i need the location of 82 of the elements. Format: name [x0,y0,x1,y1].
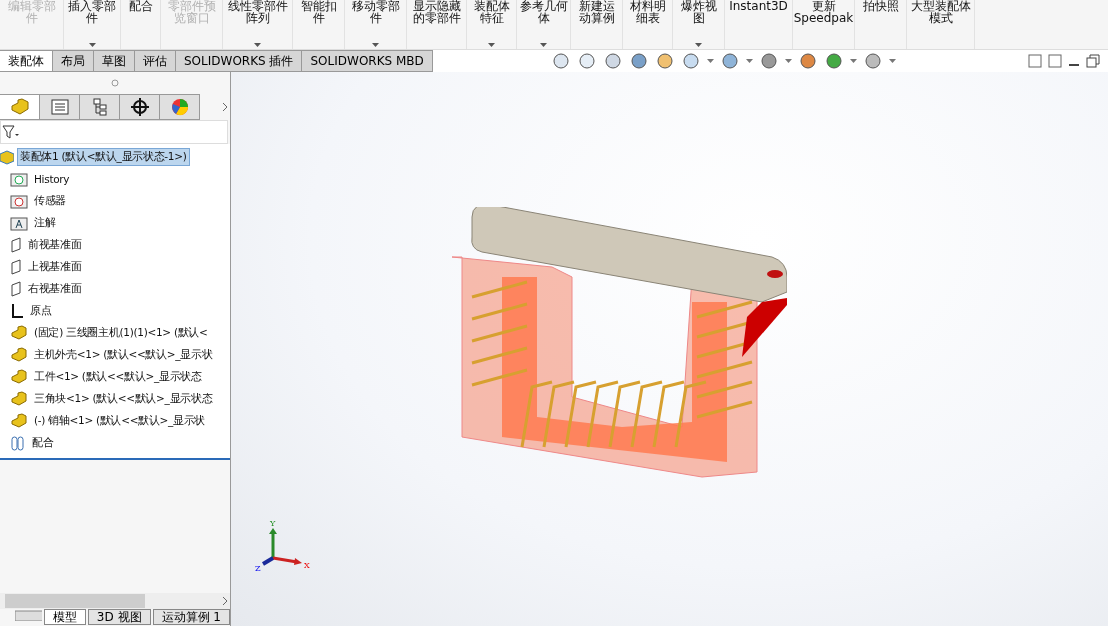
plane-icon [10,259,22,275]
assembly-icon [9,98,30,116]
configuration-tree-icon [91,98,108,116]
dropdown-caret-icon[interactable] [254,43,261,47]
tree-item[interactable]: 三角块<1> (默认<<默认>_显示状态 [31,390,216,408]
axis-label: Z [255,564,261,572]
dropdown-caret-icon[interactable] [488,43,495,47]
ribbon-button[interactable]: 大型装配体模式 [909,0,972,24]
ribbon-button[interactable]: 更新 Speedpak [793,0,854,24]
list-icon [50,99,69,115]
ribbon-tab[interactable]: 装配体 [0,50,53,72]
part-icon [10,369,28,385]
origin-icon [10,303,24,319]
part-icon [10,325,28,341]
model-tab[interactable]: 模型 [43,609,86,625]
plane-icon [10,237,22,253]
ribbon-button[interactable]: 新建运动算例 [573,0,620,24]
ribbon-button[interactable]: 装配体特征 [469,0,514,24]
ribbon-button[interactable]: 显示隐藏的零部件 [409,0,464,24]
tree-item[interactable]: 配合 [29,434,57,452]
dropdown-caret-icon[interactable] [707,59,714,63]
tree-item[interactable]: 装配体1 (默认<默认_显示状态-1>) [17,148,190,166]
dropdown-caret-icon[interactable] [695,43,702,47]
model-tab[interactable]: 运动算例 1 [152,609,230,625]
tree-item[interactable]: 上视基准面 [25,258,85,276]
restore-icon[interactable] [1086,54,1100,68]
history-folder-icon [10,171,28,187]
dropdown-caret-icon[interactable] [850,59,857,63]
ribbon-button[interactable]: 插入零部件 [66,0,118,24]
tree-item[interactable]: 原点 [27,302,55,320]
ribbon-button[interactable]: 参考几何体 [519,0,568,24]
ribbon-button[interactable]: Instant3D [729,0,788,12]
ribbon-button[interactable]: 配合 [128,0,153,12]
ribbon-button[interactable]: 拍快照 [862,0,899,12]
model-tab[interactable]: 3D 视图 [87,609,151,625]
property-manager-tab[interactable] [40,94,80,120]
tree-item[interactable]: 前视基准面 [25,236,85,254]
crosshair-icon [130,98,149,116]
color-wheel-icon [170,98,189,116]
mate-icon [10,435,26,451]
tree-item[interactable]: (固定) 三线圈主机(1)(1)<1> (默认< [31,324,211,342]
part-icon [10,391,28,407]
scrollbar-thumb[interactable] [5,594,145,608]
tree-item[interactable]: 工件<1> (默认<<默认>_显示状态 [31,368,205,386]
axis-triad-drawing [261,528,302,566]
axis-label: Y [270,519,276,528]
ribbon-button[interactable]: 爆炸视图 [675,0,722,24]
chevron-right-icon[interactable] [220,595,230,607]
annotation-folder-icon [10,215,28,231]
display-manager-tab[interactable] [160,94,200,120]
ribbon-tab[interactable]: 评估 [135,50,176,72]
tree-item[interactable]: 主机外壳<1> (默认<<默认>_显示状 [31,346,216,364]
filter-icon[interactable] [2,124,20,140]
ribbon-tab[interactable]: 布局 [53,50,94,72]
ribbon-button[interactable]: 材料明细表 [625,0,670,24]
ribbon-tab[interactable]: SOLIDWORKS 插件 [176,50,303,72]
configuration-manager-tab[interactable] [80,94,120,120]
dropdown-caret-icon[interactable] [540,43,547,47]
feature-manager-tab[interactable] [0,94,40,120]
plane-icon [10,281,22,297]
ribbon-button[interactable]: 线性零部件阵列 [225,0,290,24]
assembly-icon [0,149,14,165]
dropdown-caret-icon[interactable] [785,59,792,63]
dropdown-caret-icon[interactable] [88,43,96,47]
ribbon-tab[interactable]: 草图 [94,50,135,72]
dimxpert-tab[interactable] [120,94,160,120]
dropdown-caret-icon[interactable] [889,59,896,63]
part-icon [10,347,28,363]
sensor-folder-icon [10,193,28,209]
tree-item[interactable]: History [31,171,73,187]
grip-icon[interactable] [111,79,119,87]
dropdown-caret-icon[interactable] [372,43,379,47]
ribbon-button[interactable]: 智能扣件 [295,0,342,24]
ribbon-tab[interactable]: SOLIDWORKS MBD [302,50,433,72]
ribbon-button[interactable]: 移动零部件 [347,0,404,24]
axis-label: X [304,561,310,570]
tree-item[interactable]: (-) 销轴<1> (默认<<默认>_显示状 [31,412,209,430]
part-icon [10,413,28,429]
tree-item[interactable]: 注解 [31,214,59,232]
dropdown-caret-icon[interactable] [746,59,753,63]
tree-item[interactable]: 传感器 [31,192,70,210]
tree-item[interactable]: 右视基准面 [25,280,85,298]
